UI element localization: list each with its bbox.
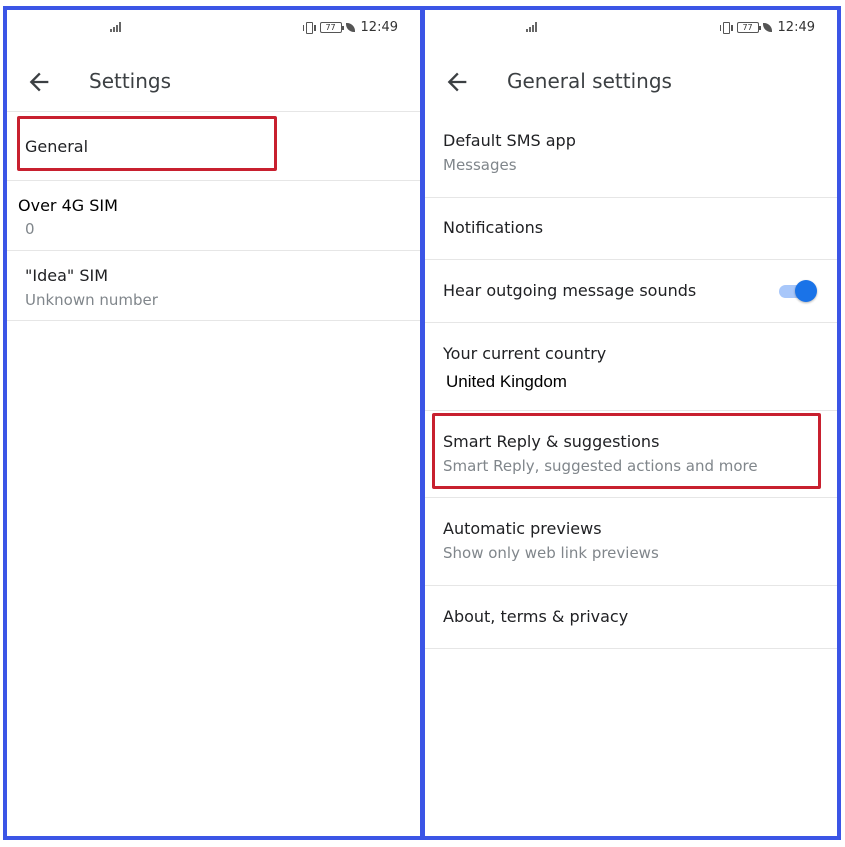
item-subtitle: Show only web link previews — [443, 544, 659, 562]
item-subtitle: 0 — [25, 220, 35, 238]
settings-item-sim-1[interactable]: Over 4G SIM 0 — [7, 181, 420, 249]
vibrate-icon — [719, 21, 733, 34]
settings-item-outgoing-sounds[interactable]: Hear outgoing message sounds — [425, 260, 837, 323]
item-subtitle: Messages — [443, 156, 517, 174]
item-title: Automatic previews — [443, 519, 602, 538]
leaf-icon — [762, 23, 772, 32]
item-subtitle: Smart Reply, suggested actions and more — [443, 457, 758, 475]
settings-item-notifications[interactable]: Notifications — [425, 198, 837, 260]
divider — [7, 320, 420, 321]
signal-icon — [526, 22, 538, 32]
status-right: 77 12:49 — [302, 20, 398, 35]
settings-item-about[interactable]: About, terms & privacy — [425, 586, 837, 648]
settings-item-general[interactable]: General — [7, 112, 420, 180]
status-bar: 77 12:49 — [7, 10, 420, 46]
item-title: Your current country — [443, 344, 607, 363]
item-title: Smart Reply & suggestions — [443, 432, 660, 451]
signal-icon — [110, 22, 122, 32]
item-title: "Idea" SIM — [25, 266, 109, 285]
vibrate-icon — [302, 21, 316, 34]
settings-item-automatic-previews[interactable]: Automatic previews Show only web link pr… — [425, 498, 837, 585]
toolbar: Settings — [7, 54, 420, 110]
item-title: Over 4G SIM — [18, 196, 118, 215]
item-title: General — [25, 137, 89, 156]
battery-icon: 77 — [319, 22, 344, 33]
general-settings-screen: 77 12:49 General settings Default SMS ap… — [421, 6, 841, 840]
settings-screen: 77 12:49 Settings General Over 4G SIM 0 … — [3, 6, 424, 840]
divider — [425, 648, 837, 649]
item-title: Notifications — [443, 218, 544, 237]
outgoing-sounds-toggle[interactable] — [779, 279, 817, 303]
battery-icon: 77 — [736, 22, 761, 33]
screenshot-composite: 77 12:49 Settings General Over 4G SIM 0 … — [0, 0, 845, 847]
item-subtitle: United Kingdom — [446, 372, 567, 391]
status-time: 12:49 — [360, 20, 398, 35]
item-subtitle: Unknown number — [25, 291, 158, 309]
settings-item-current-country[interactable]: Your current country United Kingdom — [425, 323, 837, 410]
settings-item-sim-2[interactable]: "Idea" SIM Unknown number — [7, 251, 420, 319]
status-right: 77 12:49 — [719, 20, 815, 35]
item-title: About, terms & privacy — [443, 607, 629, 626]
item-title: Hear outgoing message sounds — [443, 281, 697, 300]
back-arrow-icon[interactable] — [25, 68, 53, 96]
page-title: Settings — [89, 69, 172, 93]
settings-item-default-sms-app[interactable]: Default SMS app Messages — [425, 118, 837, 197]
settings-item-smart-reply[interactable]: Smart Reply & suggestions Smart Reply, s… — [425, 411, 837, 497]
status-bar: 77 12:49 — [425, 10, 837, 46]
status-time: 12:49 — [777, 20, 815, 35]
leaf-icon — [345, 23, 355, 32]
item-title: Default SMS app — [443, 131, 576, 150]
toggle-thumb — [795, 280, 817, 302]
back-arrow-icon[interactable] — [443, 68, 471, 96]
toolbar: General settings — [425, 54, 837, 110]
page-title: General settings — [507, 69, 672, 93]
